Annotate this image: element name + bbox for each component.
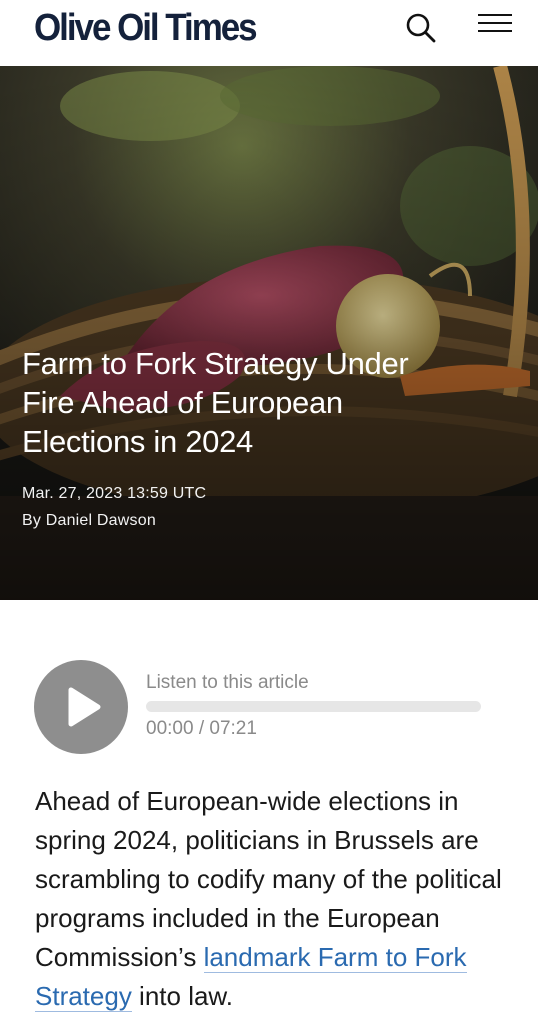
play-icon [68, 687, 101, 727]
play-button[interactable] [34, 660, 128, 754]
article-paragraph: Ahead of European-wide elections in spri… [35, 782, 515, 1016]
hero-banner: Farm to Fork Strategy Under Fire Ahead o… [0, 66, 538, 600]
audio-time: 00:00 / 07:21 [146, 718, 257, 739]
author-byline[interactable]: By Daniel Dawson [22, 512, 156, 530]
search-button[interactable] [402, 10, 442, 44]
listen-label: Listen to this article [146, 672, 309, 693]
search-icon [406, 13, 436, 43]
article-text-end: into law. [131, 981, 233, 1011]
menu-button[interactable] [474, 8, 516, 42]
site-logo[interactable]: Olive Oil Times [34, 8, 258, 48]
hamburger-menu-icon [478, 14, 512, 32]
site-header: Olive Oil Times [0, 0, 538, 66]
publish-date: Mar. 27, 2023 13:59 UTC [22, 485, 207, 502]
audio-progress-bar[interactable] [146, 701, 481, 712]
article-title: Farm to Fork Strategy Under Fire Ahead o… [22, 346, 409, 459]
audio-player: Listen to this article 00:00 / 07:21 [34, 660, 494, 756]
article-body: Ahead of European-wide elections in spri… [35, 782, 515, 1016]
